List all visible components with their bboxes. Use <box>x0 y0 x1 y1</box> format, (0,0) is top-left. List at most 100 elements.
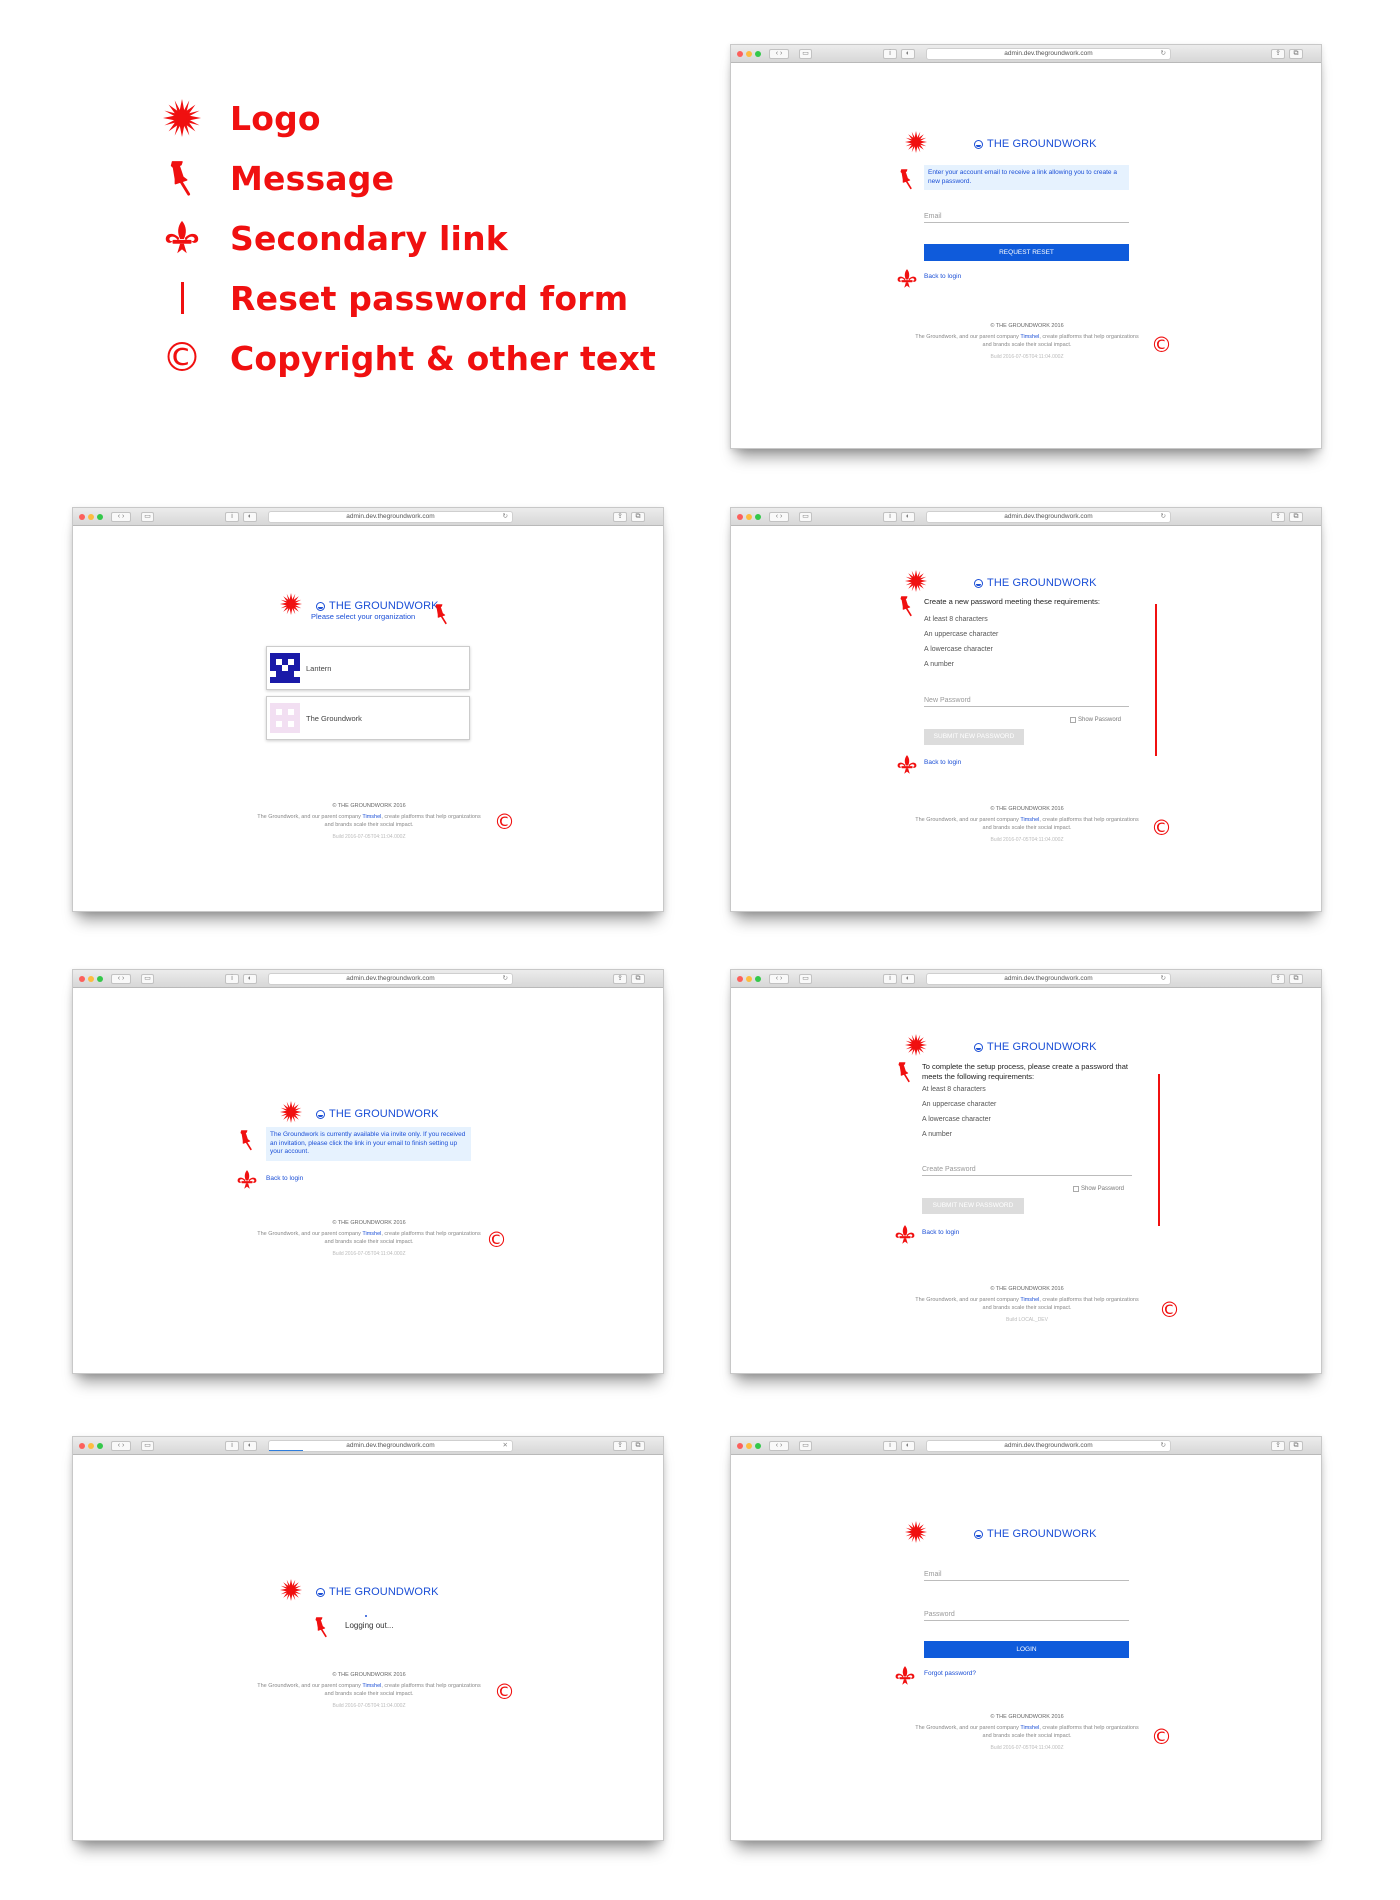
close-window-button[interactable] <box>79 1443 85 1449</box>
timshel-link[interactable]: Timshel <box>362 814 381 820</box>
reload-icon[interactable]: ↻ <box>1161 49 1166 59</box>
close-window-button[interactable] <box>737 1443 743 1449</box>
zoom-window-button[interactable] <box>755 1443 761 1449</box>
back-forward-buttons[interactable]: ‹ › <box>111 974 131 984</box>
address-bar[interactable]: admin.dev.thegroundwork.com ↻ <box>268 973 513 985</box>
organization-card-lantern[interactable]: Lantern <box>266 646 470 690</box>
share-icon[interactable]: ⇪ <box>613 512 627 522</box>
shield-icon[interactable]: ◐ <box>901 49 915 59</box>
reload-icon[interactable]: ↻ <box>503 974 508 984</box>
tabs-icon[interactable]: ⧉ <box>1289 49 1303 59</box>
shield-icon[interactable]: ◐ <box>901 974 915 984</box>
tabs-icon[interactable]: ⧉ <box>631 512 645 522</box>
address-bar[interactable]: admin.dev.thegroundwork.com ✕ <box>268 1440 513 1452</box>
timshel-link[interactable]: Timshel <box>1020 334 1039 340</box>
minimize-window-button[interactable] <box>746 1443 752 1449</box>
back-to-login-link[interactable]: Back to login <box>924 759 961 766</box>
forgot-password-link[interactable]: Forgot password? <box>924 1670 976 1677</box>
zoom-window-button[interactable] <box>97 976 103 982</box>
info-icon[interactable]: i <box>883 49 897 59</box>
address-bar[interactable]: admin.dev.thegroundwork.com ↻ <box>268 511 513 523</box>
back-forward-buttons[interactable]: ‹ › <box>111 1441 131 1451</box>
email-field[interactable]: Email <box>924 1571 1129 1581</box>
checkbox[interactable] <box>1073 1186 1079 1192</box>
shield-icon[interactable]: ◐ <box>243 974 257 984</box>
reload-icon[interactable]: ↻ <box>1161 974 1166 984</box>
sidebar-icon[interactable]: ▭ <box>799 49 812 59</box>
share-icon[interactable]: ⇪ <box>1271 1441 1285 1451</box>
shield-icon[interactable]: ◐ <box>243 1441 257 1451</box>
back-to-login-link[interactable]: Back to login <box>924 273 961 280</box>
zoom-window-button[interactable] <box>755 51 761 57</box>
address-bar[interactable]: admin.dev.thegroundwork.com ↻ <box>926 1440 1171 1452</box>
close-window-button[interactable] <box>737 51 743 57</box>
reload-icon[interactable]: ↻ <box>1161 1441 1166 1451</box>
organization-card-the-groundwork[interactable]: The Groundwork <box>266 696 470 740</box>
tabs-icon[interactable]: ⧉ <box>1289 974 1303 984</box>
info-icon[interactable]: i <box>225 974 239 984</box>
submit-new-password-button[interactable]: SUBMIT NEW PASSWORD <box>922 1198 1024 1214</box>
tabs-icon[interactable]: ⧉ <box>631 1441 645 1451</box>
close-window-button[interactable] <box>737 514 743 520</box>
sidebar-icon[interactable]: ▭ <box>141 974 154 984</box>
address-bar[interactable]: admin.dev.thegroundwork.com ↻ <box>926 511 1171 523</box>
timshel-link[interactable]: Timshel <box>1020 1725 1039 1731</box>
minimize-window-button[interactable] <box>88 514 94 520</box>
create-password-field[interactable]: Create Password <box>922 1166 1132 1176</box>
checkbox[interactable] <box>1070 717 1076 723</box>
zoom-window-button[interactable] <box>755 514 761 520</box>
sidebar-icon[interactable]: ▭ <box>141 1441 154 1451</box>
info-icon[interactable]: i <box>225 512 239 522</box>
stop-loading-icon[interactable]: ✕ <box>503 1441 508 1451</box>
back-forward-buttons[interactable]: ‹ › <box>769 974 789 984</box>
sidebar-icon[interactable]: ▭ <box>799 512 812 522</box>
back-to-login-link[interactable]: Back to login <box>922 1229 959 1236</box>
back-forward-buttons[interactable]: ‹ › <box>769 49 789 59</box>
address-bar[interactable]: admin.dev.thegroundwork.com ↻ <box>926 973 1171 985</box>
password-field[interactable]: Password <box>924 1611 1129 1621</box>
minimize-window-button[interactable] <box>746 976 752 982</box>
timshel-link[interactable]: Timshel <box>1020 1297 1039 1303</box>
shield-icon[interactable]: ◐ <box>901 512 915 522</box>
address-bar[interactable]: admin.dev.thegroundwork.com ↻ <box>926 48 1171 60</box>
tabs-icon[interactable]: ⧉ <box>631 974 645 984</box>
timshel-link[interactable]: Timshel <box>362 1231 381 1237</box>
share-icon[interactable]: ⇪ <box>1271 49 1285 59</box>
info-icon[interactable]: i <box>883 512 897 522</box>
login-button[interactable]: LOGIN <box>924 1641 1129 1658</box>
submit-new-password-button[interactable]: SUBMIT NEW PASSWORD <box>924 729 1024 745</box>
close-window-button[interactable] <box>79 514 85 520</box>
share-icon[interactable]: ⇪ <box>1271 512 1285 522</box>
show-password-toggle[interactable]: Show Password <box>1073 1186 1124 1192</box>
info-icon[interactable]: i <box>883 1441 897 1451</box>
shield-icon[interactable]: ◐ <box>243 512 257 522</box>
request-reset-button[interactable]: REQUEST RESET <box>924 244 1129 261</box>
new-password-field[interactable]: New Password <box>924 697 1129 707</box>
close-window-button[interactable] <box>737 976 743 982</box>
share-icon[interactable]: ⇪ <box>613 1441 627 1451</box>
minimize-window-button[interactable] <box>88 976 94 982</box>
minimize-window-button[interactable] <box>746 514 752 520</box>
close-window-button[interactable] <box>79 976 85 982</box>
back-forward-buttons[interactable]: ‹ › <box>769 1441 789 1451</box>
share-icon[interactable]: ⇪ <box>613 974 627 984</box>
email-field[interactable]: Email <box>924 213 1129 223</box>
back-forward-buttons[interactable]: ‹ › <box>111 512 131 522</box>
timshel-link[interactable]: Timshel <box>362 1683 381 1689</box>
reload-icon[interactable]: ↻ <box>1161 512 1166 522</box>
zoom-window-button[interactable] <box>97 514 103 520</box>
minimize-window-button[interactable] <box>88 1443 94 1449</box>
info-icon[interactable]: i <box>883 974 897 984</box>
reload-icon[interactable]: ↻ <box>503 512 508 522</box>
shield-icon[interactable]: ◐ <box>901 1441 915 1451</box>
zoom-window-button[interactable] <box>755 976 761 982</box>
sidebar-icon[interactable]: ▭ <box>141 512 154 522</box>
info-icon[interactable]: i <box>225 1441 239 1451</box>
sidebar-icon[interactable]: ▭ <box>799 1441 812 1451</box>
minimize-window-button[interactable] <box>746 51 752 57</box>
back-forward-buttons[interactable]: ‹ › <box>769 512 789 522</box>
tabs-icon[interactable]: ⧉ <box>1289 1441 1303 1451</box>
share-icon[interactable]: ⇪ <box>1271 974 1285 984</box>
sidebar-icon[interactable]: ▭ <box>799 974 812 984</box>
back-to-login-link[interactable]: Back to login <box>266 1175 303 1182</box>
